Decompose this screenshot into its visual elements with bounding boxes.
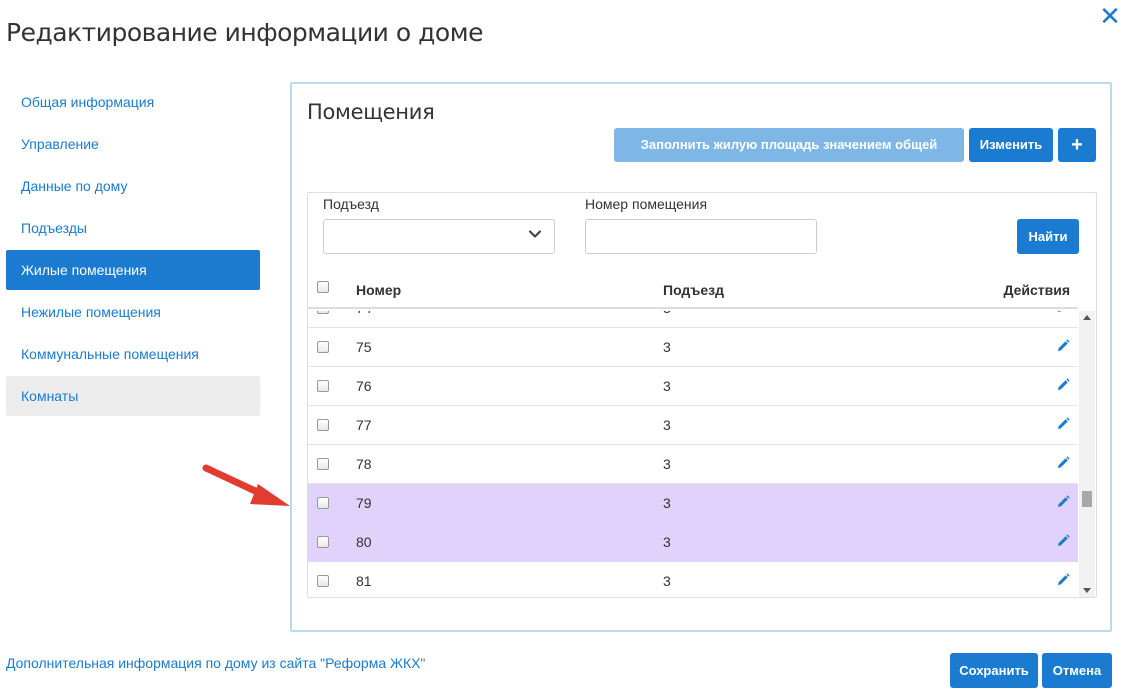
- sidebar-item-entrances[interactable]: Подъезды: [6, 208, 260, 248]
- add-button[interactable]: +: [1058, 128, 1096, 162]
- cell-entrance: 3: [663, 456, 671, 472]
- cell-number: 78: [356, 456, 372, 472]
- edit-pencil-icon[interactable]: [1056, 456, 1070, 470]
- edit-pencil-icon[interactable]: [1056, 495, 1070, 509]
- select-all-checkbox[interactable]: [317, 281, 329, 293]
- table-row[interactable]: 81 3: [308, 562, 1078, 599]
- cell-number: 74: [356, 311, 372, 316]
- premises-table: Номер Подъезд Действия 74375376377378379…: [308, 269, 1078, 589]
- chevron-down-icon: [528, 230, 542, 238]
- sidebar-item-management[interactable]: Управление: [6, 124, 260, 164]
- edit-pencil-icon[interactable]: [1056, 534, 1070, 548]
- scroll-up-arrow[interactable]: [1083, 315, 1091, 320]
- cell-number: 81: [356, 573, 372, 589]
- sidebar: Общая информация Управление Данные по до…: [6, 82, 260, 418]
- row-checkbox[interactable]: [317, 419, 329, 431]
- row-checkbox[interactable]: [317, 311, 329, 314]
- cell-number: 79: [356, 495, 372, 511]
- premises-panel: Помещения Заполнить жилую площадь значен…: [290, 82, 1112, 632]
- find-button[interactable]: Найти: [1017, 219, 1079, 254]
- cell-number: 76: [356, 378, 372, 394]
- sidebar-item-general[interactable]: Общая информация: [6, 82, 260, 122]
- row-checkbox[interactable]: [317, 341, 329, 353]
- table-scrollbar[interactable]: [1079, 311, 1095, 597]
- reform-info-link[interactable]: Дополнительная информация по дому из сай…: [6, 655, 425, 671]
- number-filter-label: Номер помещения: [585, 196, 708, 212]
- table-row[interactable]: 77 3: [308, 406, 1078, 445]
- cell-entrance: 3: [663, 378, 671, 394]
- table-body: 74 3 75 3 76 3 77 3 78 3 79 3 80 3 81 3: [308, 311, 1078, 599]
- cell-entrance: 3: [663, 534, 671, 550]
- edit-pencil-icon[interactable]: [1056, 417, 1070, 431]
- edit-pencil-icon[interactable]: [1056, 311, 1070, 314]
- sidebar-item-rooms[interactable]: Комнаты: [6, 376, 260, 416]
- row-checkbox[interactable]: [317, 458, 329, 470]
- cell-entrance: 3: [663, 573, 671, 589]
- room-number-input[interactable]: [585, 219, 817, 254]
- entrance-filter-label: Подъезд: [323, 196, 379, 212]
- entrance-select[interactable]: [323, 219, 555, 254]
- save-button[interactable]: Сохранить: [950, 653, 1038, 688]
- cancel-button[interactable]: Отмена: [1042, 653, 1112, 688]
- cell-entrance: 3: [663, 417, 671, 433]
- row-checkbox[interactable]: [317, 380, 329, 392]
- table-row[interactable]: 80 3: [308, 523, 1078, 562]
- cell-entrance: 3: [663, 339, 671, 355]
- table-row[interactable]: 74 3: [308, 311, 1078, 328]
- column-header-number: Номер: [356, 282, 402, 298]
- sidebar-item-residential[interactable]: Жилые помещения: [6, 250, 260, 290]
- cell-number: 77: [356, 417, 372, 433]
- edit-pencil-icon[interactable]: [1056, 573, 1070, 587]
- row-checkbox[interactable]: [317, 497, 329, 509]
- dialog-title: Редактирование информации о доме: [6, 18, 483, 47]
- fill-living-area-button[interactable]: Заполнить жилую площадь значением общей …: [614, 128, 964, 186]
- cell-number: 75: [356, 339, 372, 355]
- edit-pencil-icon[interactable]: [1056, 378, 1070, 392]
- column-header-entrance: Подъезд: [663, 282, 724, 298]
- sidebar-item-non-residential[interactable]: Нежилые помещения: [6, 292, 260, 332]
- premises-list: Подъезд Номер помещения Найти Номер Подъ…: [307, 192, 1097, 598]
- table-row[interactable]: 78 3: [308, 445, 1078, 484]
- sidebar-item-house-data[interactable]: Данные по дому: [6, 166, 260, 206]
- table-row[interactable]: 79 3: [308, 484, 1078, 523]
- edit-button[interactable]: Изменить: [969, 128, 1053, 162]
- row-checkbox[interactable]: [317, 575, 329, 587]
- table-row[interactable]: 76 3: [308, 367, 1078, 406]
- cell-number: 80: [356, 534, 372, 550]
- annotation-arrow-icon: [202, 464, 290, 506]
- table-header: Номер Подъезд Действия: [308, 269, 1078, 309]
- sidebar-item-communal[interactable]: Коммунальные помещения: [6, 334, 260, 374]
- table-row[interactable]: 75 3: [308, 328, 1078, 367]
- cell-entrance: 3: [663, 311, 671, 316]
- close-icon[interactable]: ✕: [1098, 3, 1121, 29]
- edit-pencil-icon[interactable]: [1056, 339, 1070, 353]
- cell-entrance: 3: [663, 495, 671, 511]
- scroll-down-arrow[interactable]: [1083, 588, 1091, 593]
- row-checkbox[interactable]: [317, 536, 329, 548]
- scroll-thumb[interactable]: [1082, 491, 1092, 507]
- column-header-actions: Действия: [1003, 282, 1070, 298]
- panel-title: Помещения: [307, 100, 435, 124]
